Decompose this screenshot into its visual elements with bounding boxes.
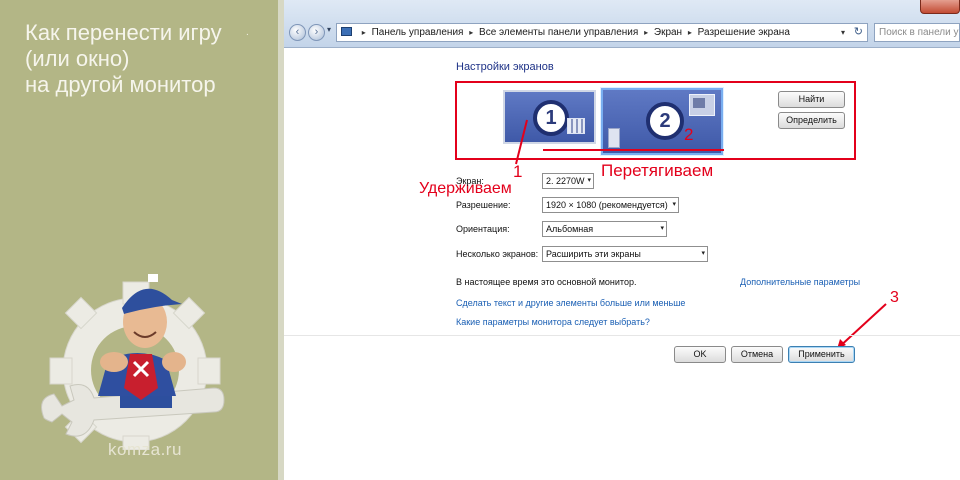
multiple-displays-select-value: Расширить эти экраны: [546, 249, 641, 259]
search-input[interactable]: Поиск в панели управления: [874, 23, 960, 42]
breadcrumb-control-panel[interactable]: Панель управления: [372, 27, 464, 38]
chevron-down-icon: ▾: [672, 201, 676, 208]
cancel-button[interactable]: Отмена: [731, 346, 783, 363]
resolution-select-value: 1920 × 1080 (рекомендуется): [546, 200, 668, 210]
annotation-drag: Перетягиваем: [601, 161, 714, 180]
footer-divider: [284, 335, 960, 336]
orientation-select-value: Альбомная: [546, 224, 594, 234]
annotation-arrow-1: [515, 119, 528, 165]
apply-button[interactable]: Применить: [788, 346, 855, 363]
resolution-select[interactable]: 1920 × 1080 (рекомендуется) ▾: [542, 197, 679, 213]
refresh-icon[interactable]: ↻: [854, 24, 863, 41]
breadcrumb-separator: ▸: [469, 28, 474, 37]
annotation-arrows: [515, 119, 887, 350]
title-line-1: Как перенести игру: [25, 20, 222, 45]
display-settings-panel: Настройки экранов 1 2 Найти Определить 1…: [284, 49, 960, 480]
annotation-arrow-3: [836, 303, 887, 350]
multiple-displays-label: Несколько экранов:: [456, 249, 539, 259]
breadcrumb-all-items[interactable]: Все элементы панели управления: [479, 27, 638, 38]
decorative-dot: .: [246, 27, 249, 38]
address-bar[interactable]: ▸ Панель управления ▸ Все элементы панел…: [336, 23, 868, 42]
primary-monitor-info: В настоящее время это основной монитор.: [456, 277, 637, 287]
multiple-displays-select[interactable]: Расширить эти экраны ▾: [542, 246, 708, 262]
screen-select-value: 2. 2270W: [546, 176, 585, 186]
forward-button[interactable]: ›: [308, 24, 325, 41]
breadcrumb-screen-resolution[interactable]: Разрешение экрана: [698, 27, 790, 38]
breadcrumb-separator: ▸: [644, 28, 649, 37]
window-close-button[interactable]: [920, 0, 960, 14]
navigation-bar: ‹ › ▾ ▸ Панель управления ▸ Все элементы…: [284, 0, 960, 48]
article-title: Как перенести игру (или окно) на другой …: [25, 20, 270, 98]
site-name: komza.ru: [108, 440, 182, 459]
article-panel: Как перенести игру (или окно) на другой …: [0, 0, 278, 480]
chevron-down-icon: ▾: [587, 177, 591, 184]
annotation-step-1: 1: [513, 162, 523, 181]
title-line-2: (или окно): [25, 46, 130, 71]
chevron-down-icon: ▾: [701, 250, 705, 257]
breadcrumb-separator: ▸: [361, 28, 366, 37]
recent-pages-dropdown[interactable]: ▾: [327, 25, 331, 34]
back-button[interactable]: ‹: [289, 24, 306, 41]
breadcrumb-separator: ▸: [687, 28, 692, 37]
screen-resolution-window: ‹ › ▾ ▸ Панель управления ▸ Все элементы…: [284, 0, 960, 480]
screen-select[interactable]: 2. 2270W ▾: [542, 173, 594, 189]
address-dropdown-icon[interactable]: ▾: [841, 24, 845, 41]
orientation-select[interactable]: Альбомная ▾: [542, 221, 667, 237]
orientation-label: Ориентация:: [456, 224, 510, 234]
mechanic-mascot-illustration: [41, 274, 225, 450]
screen-label: Экран:: [456, 176, 484, 186]
chevron-down-icon: ▾: [660, 225, 664, 232]
title-line-3: на другой монитор: [25, 72, 216, 97]
annotation-step-2: 2: [684, 125, 694, 144]
breadcrumb-display[interactable]: Экран: [654, 27, 682, 38]
monitor-params-link[interactable]: Какие параметры монитора следует выбрать…: [456, 317, 650, 327]
ok-button[interactable]: OK: [674, 346, 726, 363]
text-size-link[interactable]: Сделать текст и другие элементы больше и…: [456, 298, 685, 308]
resolution-label: Разрешение:: [456, 200, 511, 210]
advanced-settings-link[interactable]: Дополнительные параметры: [740, 277, 860, 287]
control-panel-icon: [341, 27, 352, 36]
annotation-step-3: 3: [890, 289, 899, 306]
